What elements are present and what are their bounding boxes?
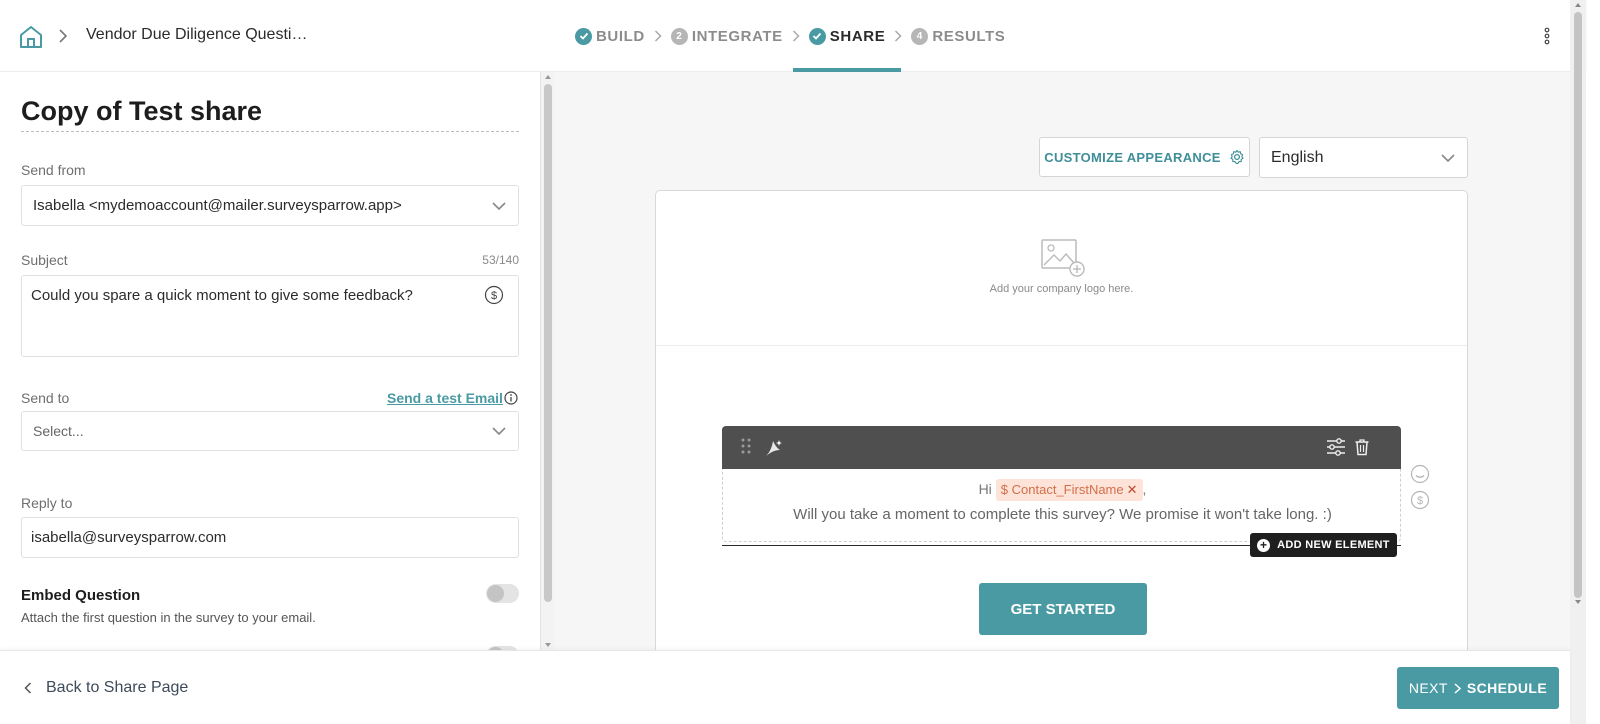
chevron-right-icon: [783, 30, 809, 42]
remove-variable-icon[interactable]: ✕: [1127, 482, 1138, 497]
greeting-suffix: ,: [1142, 481, 1147, 497]
send-to-label: Send to: [21, 390, 70, 406]
language-select[interactable]: English: [1259, 137, 1468, 178]
variable-tag-label: $ Contact_FirstName: [1000, 482, 1124, 497]
chevron-right-icon: [645, 30, 671, 42]
email-preview-area: CUSTOMIZE APPEARANCE English Add your co…: [554, 72, 1570, 650]
step-results-label: RESULTS: [932, 27, 1006, 45]
plus-icon: +: [1257, 538, 1271, 552]
step-navigation: BUILD 2 INTEGRATE SHARE 4 RESULTS: [575, 0, 1005, 72]
schedule-label: SCHEDULE: [1466, 680, 1548, 696]
scroll-up-arrow[interactable]: [545, 75, 551, 79]
scrollbar-thumb[interactable]: [1574, 12, 1582, 598]
gear-icon: [1230, 149, 1244, 164]
customize-appearance-button[interactable]: CUSTOMIZE APPEARANCE: [1039, 137, 1250, 177]
embed-question-toggle[interactable]: [486, 584, 519, 603]
send-from-label: Send from: [21, 162, 86, 178]
language-value: English: [1271, 149, 1324, 166]
subject-char-counter: 53/140: [482, 253, 519, 267]
page-scrollbar[interactable]: [1570, 0, 1586, 724]
home-icon[interactable]: [18, 24, 44, 50]
survey-title-breadcrumb[interactable]: Vendor Due Diligence Questi…: [86, 26, 307, 44]
back-to-share-page-link[interactable]: Back to Share Page: [24, 679, 188, 697]
logo-hint-text: Add your company logo here.: [989, 283, 1134, 295]
dollar-variable-icon[interactable]: $: [1410, 490, 1430, 510]
add-new-element-label: ADD NEW ELEMENT: [1277, 539, 1390, 551]
drag-handle-icon[interactable]: [740, 437, 752, 455]
step-build[interactable]: BUILD: [575, 0, 645, 72]
svg-text:$: $: [491, 290, 497, 302]
greeting-line[interactable]: Hi $ Contact_FirstName ✕,: [723, 479, 1402, 501]
chevron-right-icon: [59, 29, 68, 43]
subject-label: Subject: [21, 252, 68, 268]
chevron-left-icon: [24, 682, 32, 694]
send-from-select[interactable]: Isabella <mydemoaccount@mailer.surveyspa…: [21, 185, 519, 226]
send-from-value: Isabella <mydemoaccount@mailer.surveyspa…: [33, 197, 402, 214]
step-results[interactable]: 4 RESULTS: [911, 0, 1005, 72]
embed-question-description: Attach the first question in the survey …: [21, 610, 316, 625]
more-options-icon[interactable]: [1541, 26, 1553, 46]
reply-to-label: Reply to: [21, 495, 73, 511]
variable-tag[interactable]: $ Contact_FirstName ✕: [995, 479, 1143, 501]
chevron-down-icon: [1441, 154, 1455, 163]
chevron-right-icon: [885, 30, 911, 42]
dollar-variable-icon[interactable]: $: [484, 285, 504, 305]
embed-question-title: Embed Question: [21, 587, 141, 604]
send-to-select[interactable]: Select...: [21, 411, 519, 451]
step-integrate[interactable]: 2 INTEGRATE: [670, 0, 783, 72]
send-test-email-link[interactable]: Send a test Email: [387, 390, 503, 406]
scroll-down-arrow[interactable]: [545, 643, 551, 647]
chevron-right-icon: [1454, 682, 1461, 694]
add-image-icon[interactable]: [1040, 238, 1086, 278]
page-title[interactable]: Copy of Test share: [21, 96, 262, 127]
text-block-editor[interactable]: Hi $ Contact_FirstName ✕, Will you take a …: [722, 426, 1402, 557]
step-share-label: SHARE: [829, 27, 886, 45]
step-build-label: BUILD: [596, 27, 645, 45]
add-new-element-button[interactable]: + ADD NEW ELEMENT: [1250, 533, 1397, 557]
logo-upload-zone[interactable]: Add your company logo here.: [656, 191, 1467, 346]
emoji-icon[interactable]: [1410, 464, 1430, 484]
scroll-down-arrow[interactable]: [1575, 600, 1581, 604]
bottom-bar: Back to Share Page NEXT SCHEDULE: [0, 650, 1570, 724]
email-preview-card: Add your company logo here. Hi $ Contact…: [655, 190, 1468, 650]
step-number-badge: 4: [911, 27, 929, 45]
step-share[interactable]: SHARE: [792, 0, 901, 72]
back-label: Back to Share Page: [46, 679, 189, 696]
customize-appearance-label: CUSTOMIZE APPEARANCE: [1044, 149, 1221, 165]
ai-magic-icon[interactable]: [764, 438, 784, 458]
check-icon: [575, 27, 592, 45]
message-line[interactable]: Will you take a moment to complete this …: [723, 506, 1402, 523]
subject-input[interactable]: Could you spare a quick moment to give s…: [21, 275, 519, 357]
top-bar: Vendor Due Diligence Questi… BUILD 2 INT…: [0, 0, 1586, 72]
svg-text:$: $: [1417, 495, 1423, 507]
reply-to-value: isabella@surveysparrow.com: [31, 529, 227, 546]
next-schedule-button[interactable]: NEXT SCHEDULE: [1397, 667, 1559, 709]
subject-value: Could you spare a quick moment to give s…: [31, 287, 413, 304]
send-to-placeholder: Select...: [33, 423, 84, 439]
scroll-up-arrow[interactable]: [1575, 3, 1581, 7]
step-integrate-label: INTEGRATE: [691, 27, 783, 45]
editor-toolbar: [722, 426, 1401, 469]
trash-icon[interactable]: [1354, 438, 1370, 456]
chevron-down-icon: [492, 202, 506, 211]
info-icon[interactable]: [504, 391, 518, 405]
title-divider: [21, 131, 519, 132]
email-settings-panel: Copy of Test share Send from Isabella <m…: [0, 72, 540, 650]
get-started-button[interactable]: GET STARTED: [979, 583, 1147, 635]
left-panel-scrollbar[interactable]: [540, 72, 554, 650]
check-icon: [808, 27, 826, 45]
greeting-text: Hi: [978, 481, 992, 497]
sliders-icon[interactable]: [1326, 438, 1346, 456]
next-label: NEXT: [1408, 680, 1448, 696]
step-number-badge: 2: [670, 27, 688, 45]
scrollbar-thumb[interactable]: [544, 84, 552, 602]
reply-to-input[interactable]: isabella@surveysparrow.com: [21, 517, 519, 558]
chevron-down-icon: [492, 427, 506, 436]
